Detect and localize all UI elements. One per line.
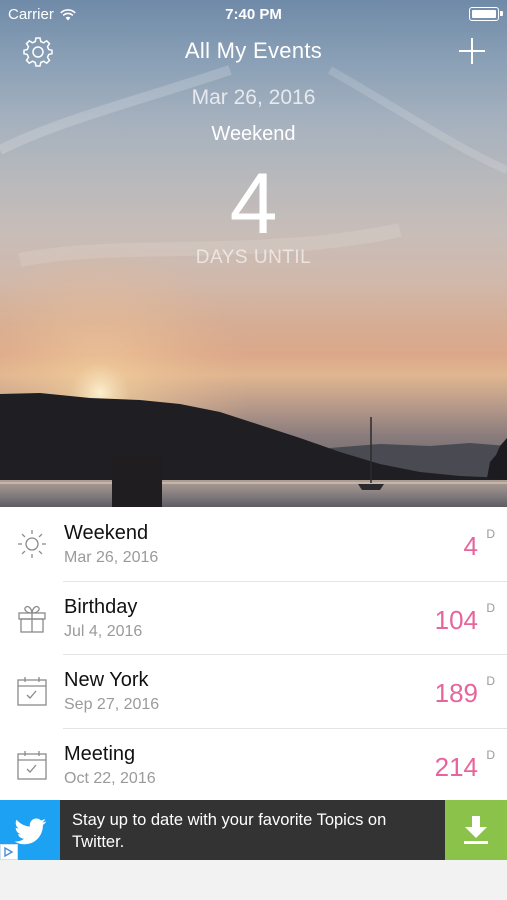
- event-date: Jul 4, 2016: [64, 622, 143, 640]
- gift-icon: [18, 605, 46, 633]
- status-time: 7:40 PM: [225, 6, 282, 23]
- event-date: Sep 27, 2016: [64, 696, 160, 713]
- event-name: Weekend: [64, 522, 149, 544]
- ad-banner[interactable]: Stay up to date with your favorite Topic…: [0, 800, 507, 860]
- hero-header: Carrier 7:40 PM All My Events Mar 26, 20…: [0, 0, 507, 507]
- event-days-unit: D: [486, 527, 495, 541]
- event-row[interactable]: Weekend Mar 26, 2016 4 D: [0, 507, 507, 581]
- add-event-button[interactable]: [459, 38, 485, 64]
- nav-title: All My Events: [184, 38, 323, 63]
- calendar-icon: [17, 677, 47, 706]
- event-days-count: 104: [434, 604, 478, 635]
- event-days-unit: D: [486, 600, 495, 615]
- featured-name: Weekend: [211, 123, 296, 145]
- event-date: Mar 26, 2016: [64, 549, 159, 566]
- status-bar: Carrier 7:40 PM: [0, 0, 507, 28]
- event-name: Birthday: [64, 595, 138, 618]
- featured-count: 4: [229, 156, 278, 252]
- ad-text: Stay up to date with your favorite Topic…: [72, 811, 387, 851]
- event-days-unit: D: [486, 674, 495, 688]
- event-list: Weekend Mar 26, 2016 4 D Birthday Jul 4,…: [0, 507, 507, 801]
- ad-download-button[interactable]: [445, 800, 507, 860]
- event-days-count: 4: [463, 531, 478, 561]
- ad-choices-icon[interactable]: [0, 844, 18, 860]
- event-days-count: 189: [434, 678, 478, 708]
- event-row[interactable]: New York Sep 27, 2016 189 D: [0, 654, 507, 728]
- event-days-count: 214: [434, 751, 478, 782]
- event-name: Meeting: [64, 742, 136, 765]
- calendar-icon: [17, 750, 47, 780]
- battery-icon: [469, 7, 503, 21]
- sun-icon: [18, 530, 46, 558]
- event-row[interactable]: Birthday Jul 4, 2016 104 D: [0, 580, 507, 655]
- featured-date: Mar 26, 2016: [191, 86, 316, 109]
- event-name: New York: [64, 669, 149, 691]
- featured-unit-label: DAYS UNTIL: [195, 247, 312, 268]
- download-icon: [464, 816, 488, 844]
- event-date: Oct 22, 2016: [64, 769, 156, 787]
- event-days-unit: D: [486, 747, 495, 762]
- event-row[interactable]: Meeting Oct 22, 2016 214 D: [0, 727, 507, 802]
